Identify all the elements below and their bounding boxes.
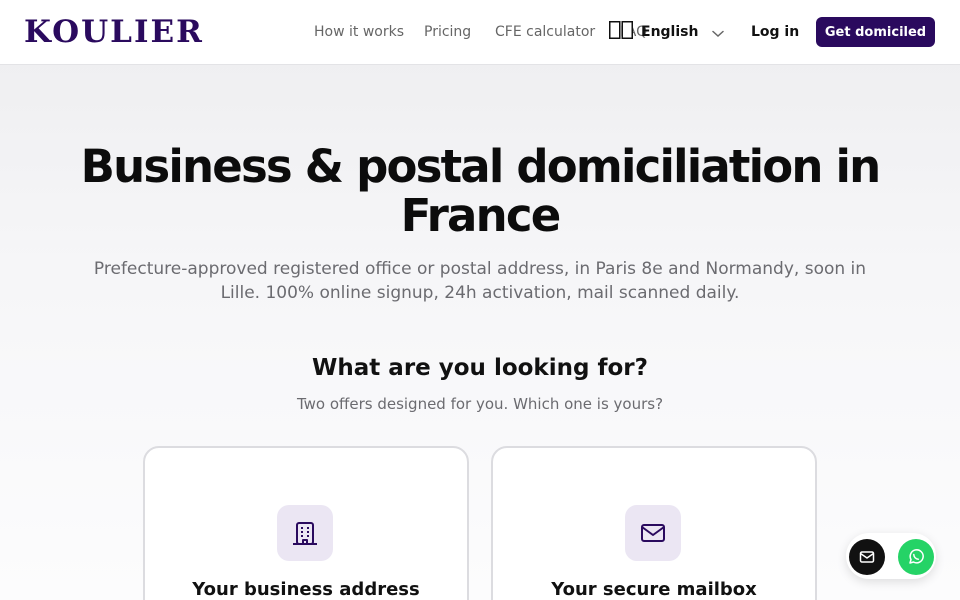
flag-icon (609, 21, 633, 43)
site-header: KOULIER How it works Pricing CFE calcula… (0, 0, 960, 65)
offer-card-business-address[interactable]: Your business address (143, 446, 469, 600)
login-link[interactable]: Log in (751, 22, 799, 42)
nav-how-it-works[interactable]: How it works (314, 22, 404, 42)
hero-subtitle: Prefecture-approved registered office or… (93, 259, 867, 303)
get-domiciled-button[interactable]: Get domiciled (816, 17, 935, 47)
building-icon (277, 505, 333, 561)
chevron-down-icon (712, 23, 725, 42)
offer-card-secure-mailbox[interactable]: Your secure mailbox (491, 446, 817, 600)
whatsapp-icon[interactable] (898, 539, 934, 575)
logo[interactable]: KOULIER (24, 12, 204, 52)
offers-title: What are you looking for? (312, 355, 648, 381)
nav-cfe-calculator[interactable]: CFE calculator (495, 22, 595, 42)
offer-card-title: Your business address (192, 579, 420, 600)
offers-subtitle: Two offers designed for you. Which one i… (296, 395, 664, 413)
mail-icon[interactable] (849, 539, 885, 575)
hero-title: Business & postal domiciliation in Franc… (80, 140, 882, 242)
language-selector[interactable]: English (609, 21, 725, 43)
mail-icon (625, 505, 681, 561)
language-label: English (641, 24, 699, 40)
offer-card-title: Your secure mailbox (551, 579, 757, 600)
nav-pricing[interactable]: Pricing (424, 22, 471, 42)
